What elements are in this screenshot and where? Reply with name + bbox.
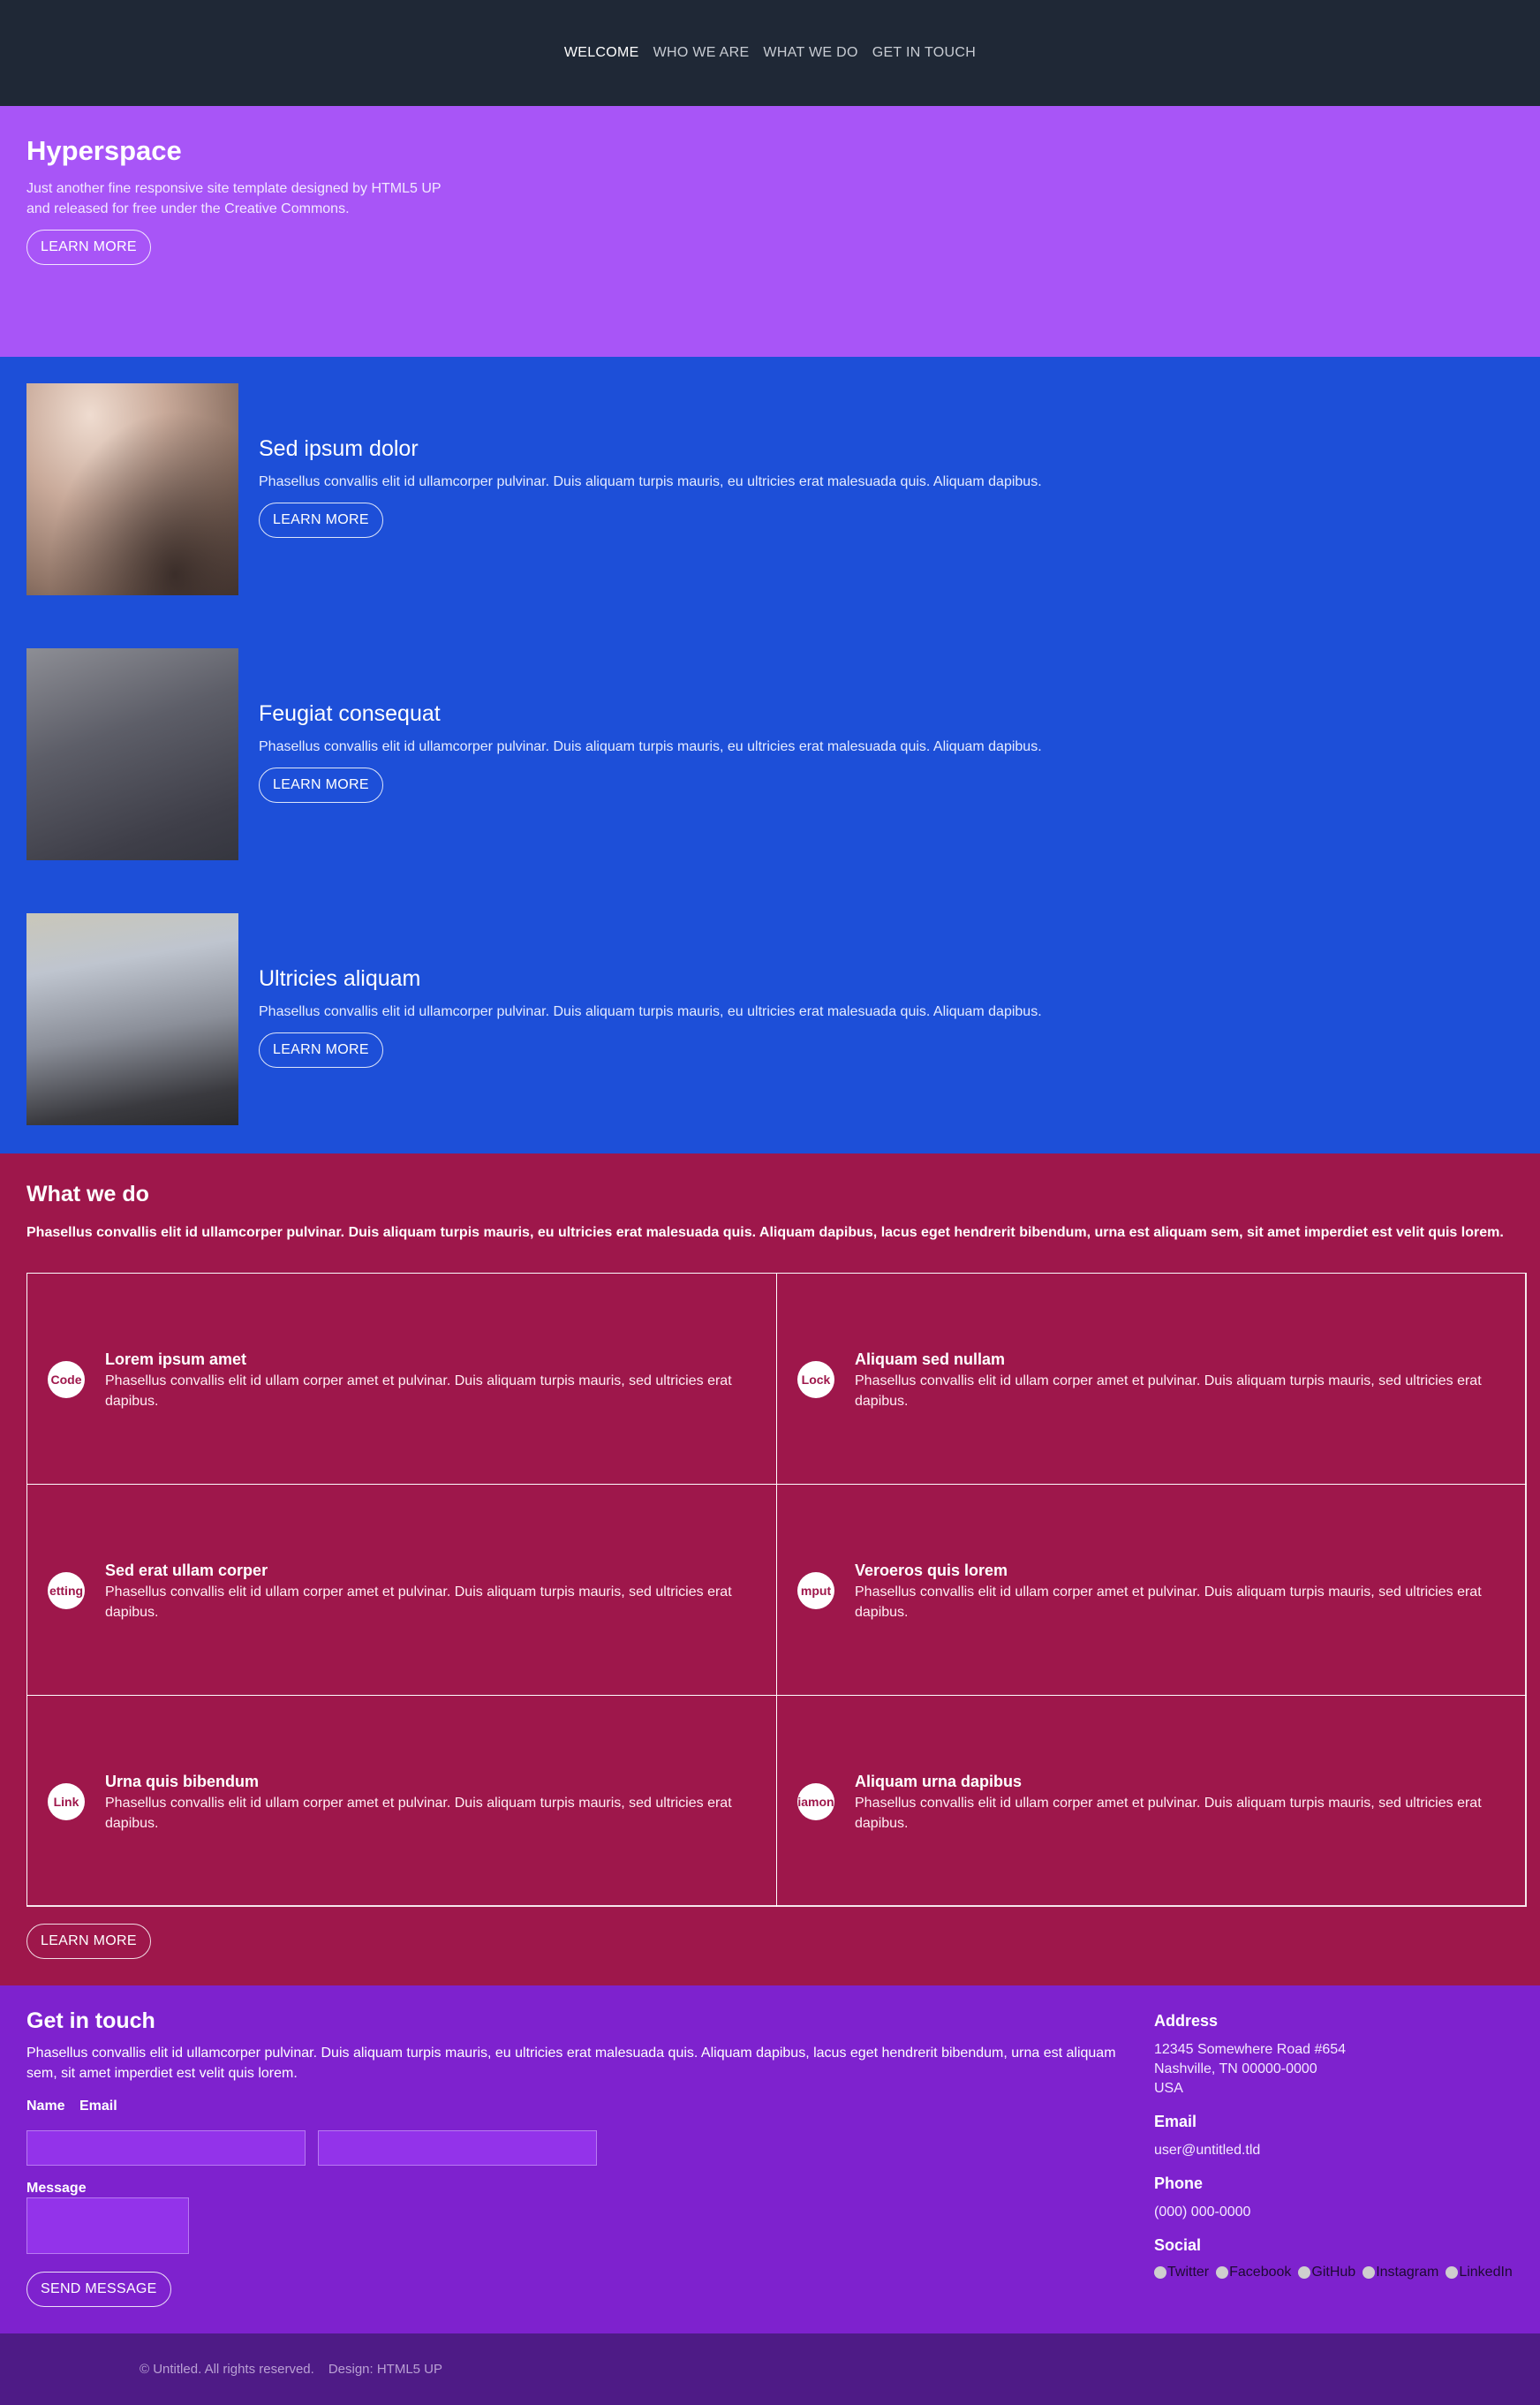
address-line: Nashville, TN 00000-0000 (1154, 2061, 1317, 2076)
what-we-do-title: What we do (26, 1182, 149, 1206)
send-message-button[interactable]: SEND MESSAGE (26, 2272, 171, 2307)
site-footer: © Untitled. All rights reserved. Design:… (0, 2333, 1540, 2405)
facebook-icon[interactable]: Facebook (1216, 2265, 1291, 2280)
spotlight-learn-more-button[interactable]: LEARN MORE (259, 1032, 383, 1068)
feature-item: iamon Aliquam urna dapibus Phasellus conv… (776, 1695, 1527, 1907)
feature-text: Phasellus convallis elit id ullam corper… (105, 1796, 732, 1831)
phone-text: (000) 000-0000 (1154, 2205, 1251, 2220)
nav-link-get-in-touch[interactable]: GET IN TOUCH (872, 42, 976, 64)
feature-title: Sed erat ullam corper (105, 1562, 268, 1579)
feature-title: Lorem ipsum amet (105, 1350, 247, 1368)
phone-heading: Phone (1154, 2174, 1204, 2192)
message-field[interactable] (26, 2197, 189, 2254)
feature-text: Phasellus convallis elit id ullam corper… (855, 1373, 1482, 1409)
nav-link-welcome[interactable]: WELCOME (564, 42, 639, 64)
hero-learn-more-button[interactable]: LEARN MORE (26, 230, 151, 265)
spotlight-image[interactable] (26, 648, 238, 860)
spotlight-content: Sed ipsum dolor Phasellus convallis elit… (259, 436, 1495, 538)
spotlight-title: Sed ipsum dolor (259, 436, 419, 461)
what-we-do-lead: Phasellus convallis elit id ullamcorper … (26, 1225, 1504, 1240)
spotlight-content: Ultricies aliquam Phasellus convallis el… (259, 966, 1495, 1068)
feature-title: Aliquam urna dapibus (855, 1773, 1023, 1790)
contact-details: Address 12345 Somewhere Road #654 Nashvi… (1154, 2012, 1525, 2280)
spotlight-learn-more-button[interactable]: LEARN MORE (259, 768, 383, 803)
feature-item: Link Urna quis bibendum Phasellus convall… (26, 1695, 777, 1907)
feature-title: Urna quis bibendum (105, 1773, 260, 1790)
spotlight-item: Feugiat consequat Phasellus convallis el… (26, 648, 1519, 860)
spotlight-image[interactable] (26, 383, 238, 595)
name-field[interactable] (26, 2130, 306, 2166)
contact-section: Get in touch Phasellus convallis elit id… (0, 1985, 1540, 2333)
feature-text: Phasellus convallis elit id ullam corper… (105, 1373, 732, 1409)
lock-icon: Lock (797, 1361, 834, 1398)
feature-item: Code Lorem ipsum amet Phasellus convallis… (26, 1273, 777, 1485)
spotlight-title: Ultricies aliquam (259, 966, 421, 991)
nav-link-what-we-do[interactable]: WHAT WE DO (763, 42, 857, 64)
feature-title: Veroeros quis lorem (855, 1562, 1008, 1579)
feature-title: Aliquam sed nullam (855, 1350, 1006, 1368)
feature-item: Lock Aliquam sed nullam Phasellus convall… (776, 1273, 1527, 1485)
name-label: Name (26, 2099, 65, 2114)
feature-text: Phasellus convallis elit id ullam corper… (855, 1796, 1482, 1831)
spotlight-text: Phasellus convallis elit id ullamcorper … (259, 739, 1042, 754)
github-icon[interactable]: GitHub (1298, 2265, 1355, 2280)
code-icon: Code (48, 1361, 85, 1398)
link-icon: Link (48, 1783, 85, 1820)
feature-item: mput Veroeros quis lorem Phasellus conval… (776, 1484, 1527, 1696)
message-label: Message (26, 2181, 87, 2196)
spotlight-text: Phasellus convallis elit id ullamcorper … (259, 474, 1042, 489)
address-line: USA (1154, 2081, 1183, 2096)
contact-title: Get in touch (26, 2008, 155, 2033)
what-we-do-section: What we do Phasellus convallis elit id u… (0, 1153, 1540, 1985)
design-credit-link[interactable]: Design: HTML5 UP (328, 2362, 442, 2377)
feature-text: Phasellus convallis elit id ullam corper… (855, 1584, 1482, 1620)
hero-title: Hyperspace (26, 135, 182, 166)
settings-icon: etting (48, 1572, 85, 1609)
diamond-icon: iamon (797, 1783, 834, 1820)
nav-link-who-we-are[interactable]: WHO WE ARE (653, 42, 750, 64)
twitter-icon[interactable]: Twitter (1154, 2265, 1209, 2280)
spotlights-section: Sed ipsum dolor Phasellus convallis elit… (0, 357, 1540, 1153)
top-nav: WELCOME WHO WE ARE WHAT WE DO GET IN TOU… (0, 0, 1540, 106)
hero-text: Just another fine responsive site templa… (26, 181, 442, 216)
spotlight-text: Phasellus convallis elit id ullamcorper … (259, 1004, 1042, 1019)
spotlight-content: Feugiat consequat Phasellus convallis el… (259, 701, 1495, 803)
address-heading: Address (1154, 2012, 1219, 2030)
email-label: Email (79, 2099, 117, 2114)
social-links: Twitter Facebook GitHub Instagram Linked… (1154, 2265, 1525, 2280)
computer-icon: mput (797, 1572, 834, 1609)
instagram-icon[interactable]: Instagram (1363, 2265, 1438, 2280)
feature-text: Phasellus convallis elit id ullam corper… (105, 1584, 732, 1620)
feature-item: etting Sed erat ullam corper Phasellus co… (26, 1484, 777, 1696)
features-grid: Code Lorem ipsum amet Phasellus convallis… (26, 1273, 1527, 1907)
address-text: 12345 Somewhere Road #654 Nashville, TN … (1154, 2040, 1525, 2099)
contact-intro: Phasellus convallis elit id ullamcorper … (26, 2046, 1116, 2081)
copyright-text: © Untitled. All rights reserved. (140, 2362, 314, 2377)
address-line: 12345 Somewhere Road #654 (1154, 2042, 1347, 2057)
email-field[interactable] (318, 2130, 597, 2166)
spotlight-image[interactable] (26, 913, 238, 1125)
linkedin-icon[interactable]: LinkedIn (1446, 2265, 1513, 2280)
spotlight-title: Feugiat consequat (259, 701, 441, 726)
spotlight-learn-more-button[interactable]: LEARN MORE (259, 503, 383, 538)
spotlight-item: Ultricies aliquam Phasellus convallis el… (26, 913, 1519, 1125)
hero-section: Hyperspace Just another fine responsive … (0, 106, 1540, 357)
spotlight-item: Sed ipsum dolor Phasellus convallis elit… (26, 383, 1519, 595)
what-we-do-learn-more-button[interactable]: LEARN MORE (26, 1924, 151, 1959)
email-link[interactable]: user@untitled.tld (1154, 2141, 1525, 2160)
social-heading: Social (1154, 2236, 1202, 2254)
email-heading: Email (1154, 2113, 1197, 2130)
